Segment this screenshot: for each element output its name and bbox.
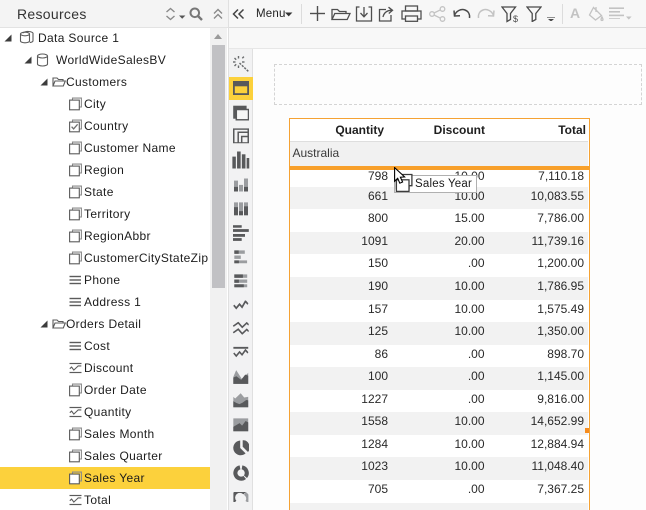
svg-text:$: $ bbox=[513, 14, 518, 23]
